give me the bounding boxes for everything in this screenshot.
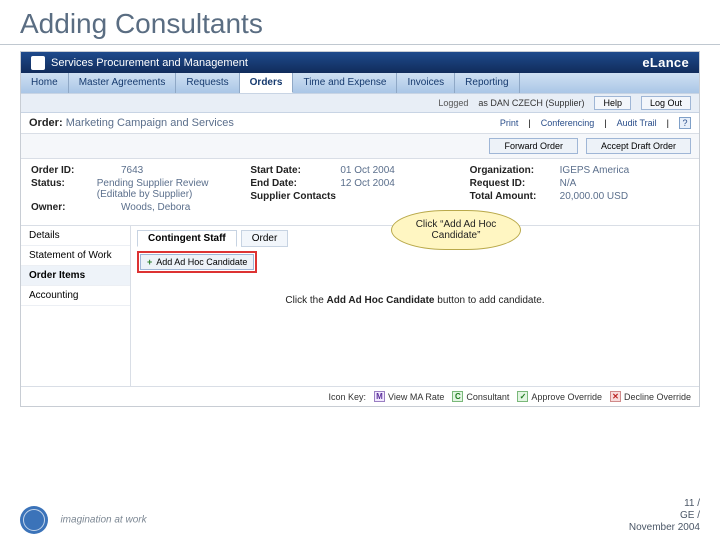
tab-reporting[interactable]: Reporting xyxy=(455,73,519,93)
slide-footer: imagination at work 11 / GE / November 2… xyxy=(20,498,700,534)
app-logo-icon xyxy=(31,56,45,70)
ge-mark: GE / xyxy=(629,510,700,522)
add-adhoc-highlight: + Add Ad Hoc Candidate xyxy=(137,251,257,273)
action-bar: Forward Order Accept Draft Order xyxy=(21,134,699,159)
tab-master-agreements[interactable]: Master Agreements xyxy=(69,73,177,93)
subtab-order[interactable]: Order xyxy=(241,230,289,247)
status-label: Status: xyxy=(31,178,97,200)
forward-order-button[interactable]: Forward Order xyxy=(489,138,578,154)
audit-trail-link[interactable]: Audit Trail xyxy=(617,118,657,128)
content-pane: Contingent Staff Order Click “Add Ad Hoc… xyxy=(131,226,699,386)
status-value: Pending Supplier Review (Editable by Sup… xyxy=(97,178,251,200)
accept-draft-order-button[interactable]: Accept Draft Order xyxy=(586,138,691,154)
page-number: 11 / xyxy=(629,498,700,510)
order-body: Details Statement of Work Order Items Ac… xyxy=(21,226,699,386)
icon-key: Icon Key: MView MA Rate CConsultant ✓App… xyxy=(21,386,699,406)
supplier-contacts-label: Supplier Contacts xyxy=(250,191,340,202)
start-date-value: 01 Oct 2004 xyxy=(340,165,394,176)
add-adhoc-candidate-button[interactable]: + Add Ad Hoc Candidate xyxy=(140,254,254,270)
subtab-contingent-staff[interactable]: Contingent Staff xyxy=(137,230,237,247)
sidemenu-accounting[interactable]: Accounting xyxy=(21,286,130,306)
tab-home[interactable]: Home xyxy=(21,73,69,93)
add-adhoc-label: Add Ad Hoc Candidate xyxy=(156,257,247,267)
order-id-value: 7643 xyxy=(121,165,143,176)
callout: Click “Add Ad Hoc Candidate” xyxy=(391,210,521,250)
view-ma-rate-icon: M xyxy=(374,391,385,402)
total-amount-label: Total Amount: xyxy=(470,191,560,202)
side-menu: Details Statement of Work Order Items Ac… xyxy=(21,226,131,386)
help-button[interactable]: Help xyxy=(594,96,631,110)
callout-text: Click “Add Ad Hoc Candidate” xyxy=(391,210,521,250)
app-name: Services Procurement and Management xyxy=(51,57,248,69)
ge-logo-icon xyxy=(20,506,48,534)
footer-date: November 2004 xyxy=(629,522,700,534)
end-date-value: 12 Oct 2004 xyxy=(340,178,394,189)
user-bar: Logged as DAN CZECH (Supplier) Help Log … xyxy=(21,93,699,113)
organization-label: Organization: xyxy=(470,165,560,176)
tab-requests[interactable]: Requests xyxy=(176,73,239,93)
plus-icon: + xyxy=(147,257,152,267)
slide-title: Adding Consultants xyxy=(0,0,720,45)
order-name: Marketing Campaign and Services xyxy=(66,117,234,129)
order-meta: Order ID:7643 Status:Pending Supplier Re… xyxy=(21,159,699,226)
sidemenu-order-items[interactable]: Order Items xyxy=(21,266,130,286)
print-link[interactable]: Print xyxy=(500,118,519,128)
decline-override-icon: ✕ xyxy=(610,391,621,402)
end-date-label: End Date: xyxy=(250,178,340,189)
order-id-label: Order ID: xyxy=(31,165,121,176)
order-label: Order: xyxy=(29,117,63,129)
sidemenu-sow[interactable]: Statement of Work xyxy=(21,246,130,266)
sidemenu-details[interactable]: Details xyxy=(21,226,130,246)
conferencing-link[interactable]: Conferencing xyxy=(541,118,595,128)
organization-value: IGEPS America xyxy=(560,165,629,176)
vendor-brand: eLance xyxy=(642,55,689,70)
order-header: Order: Marketing Campaign and Services P… xyxy=(21,113,699,134)
tagline: imagination at work xyxy=(60,515,146,526)
tab-invoices[interactable]: Invoices xyxy=(397,73,455,93)
total-amount-value: 20,000.00 USD xyxy=(560,191,628,202)
hint-text: Click the Add Ad Hoc Candidate button to… xyxy=(137,273,693,328)
request-id-label: Request ID: xyxy=(470,178,560,189)
owner-label: Owner: xyxy=(31,202,121,213)
consultant-icon: C xyxy=(452,391,463,402)
app-window: Services Procurement and Management eLan… xyxy=(20,51,700,407)
approve-override-icon: ✓ xyxy=(517,391,528,402)
icon-key-label: Icon Key: xyxy=(328,392,366,402)
tab-orders[interactable]: Orders xyxy=(240,73,294,93)
main-nav: Home Master Agreements Requests Orders T… xyxy=(21,73,699,93)
start-date-label: Start Date: xyxy=(250,165,340,176)
owner-value: Woods, Debora xyxy=(121,202,190,213)
logged-label: Logged xyxy=(438,98,468,108)
request-id-value: N/A xyxy=(560,178,577,189)
help-icon[interactable]: ? xyxy=(679,117,691,129)
titlebar: Services Procurement and Management eLan… xyxy=(21,52,699,73)
tab-time-expense[interactable]: Time and Expense xyxy=(293,73,397,93)
logged-user: as DAN CZECH (Supplier) xyxy=(478,98,584,108)
logout-button[interactable]: Log Out xyxy=(641,96,691,110)
